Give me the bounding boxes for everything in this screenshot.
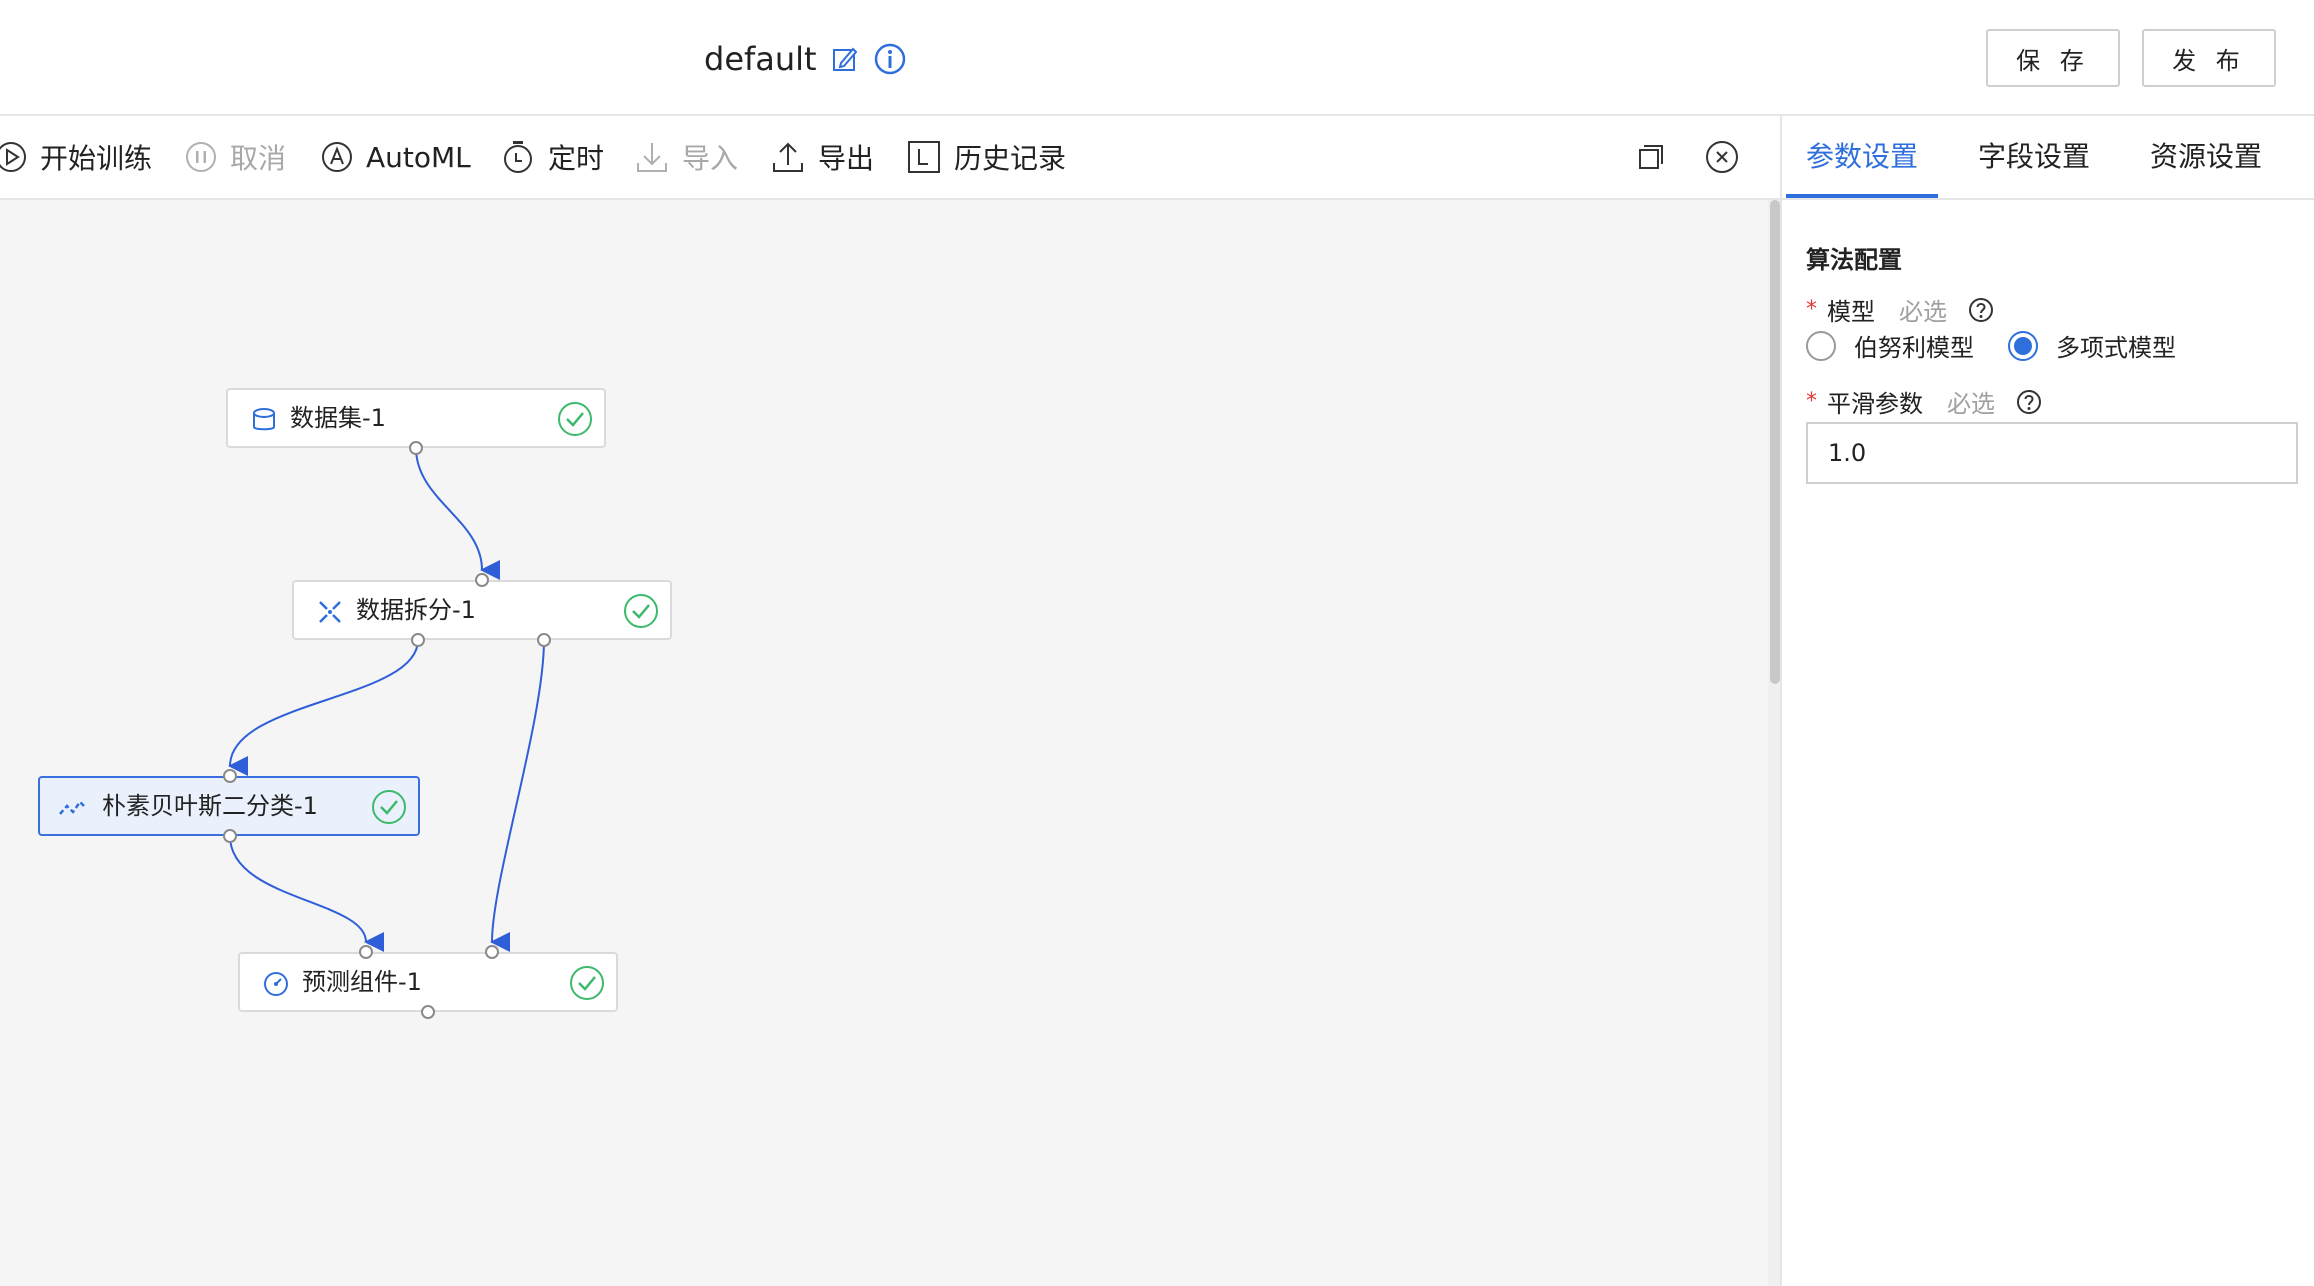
node-label: 数据集-1 bbox=[290, 404, 386, 432]
timer-icon bbox=[504, 141, 532, 173]
save-button[interactable]: 保 存 bbox=[1986, 29, 2120, 87]
radio-multinomial[interactable] bbox=[2008, 330, 2038, 361]
edit-icon[interactable] bbox=[831, 45, 859, 73]
success-check-icon bbox=[624, 594, 658, 628]
algorithm-icon bbox=[59, 800, 87, 815]
schedule-button[interactable]: 定时 bbox=[500, 116, 604, 198]
export-button[interactable]: 导出 bbox=[770, 116, 874, 198]
input-port[interactable] bbox=[223, 769, 237, 783]
fullscreen-button[interactable] bbox=[1636, 116, 1666, 198]
settings-panel: 参数设置 字段设置 资源设置 算法配置 * 模型 必选 伯努利模型 多项式模型 … bbox=[1780, 116, 2314, 1286]
start-training-button[interactable]: 开始训练 bbox=[0, 116, 152, 198]
cancel-label: 取消 bbox=[230, 142, 287, 175]
help-icon[interactable] bbox=[2015, 388, 2043, 416]
pipeline-node-split[interactable]: 数据拆分-1 bbox=[292, 580, 672, 640]
canvas-scrollbar-thumb[interactable] bbox=[1770, 200, 1780, 684]
model-hint: 必选 bbox=[1899, 298, 1947, 326]
success-check-icon bbox=[570, 966, 604, 1000]
play-icon bbox=[0, 142, 26, 172]
title-group: default bbox=[704, 34, 907, 84]
edge-bayes-to-predict bbox=[229, 835, 385, 952]
node-label: 预测组件-1 bbox=[302, 968, 422, 996]
model-label: 模型 bbox=[1827, 298, 1875, 326]
input-port[interactable] bbox=[359, 945, 373, 959]
import-button[interactable]: 导入 bbox=[634, 116, 738, 198]
input-port[interactable] bbox=[475, 573, 489, 587]
required-marker: * bbox=[1806, 297, 1817, 322]
publish-button[interactable]: 发 布 bbox=[2142, 29, 2276, 87]
radio-multinomial-label: 多项式模型 bbox=[2056, 334, 2176, 362]
radio-bernoulli-label: 伯努利模型 bbox=[1854, 334, 1974, 362]
success-check-icon bbox=[372, 790, 406, 824]
import-label: 导入 bbox=[682, 142, 739, 175]
info-icon[interactable] bbox=[873, 42, 907, 76]
edge-dataset-to-split bbox=[415, 447, 501, 580]
smoothing-field-label: * 平滑参数 必选 bbox=[1806, 384, 2043, 419]
upload-icon bbox=[773, 142, 803, 172]
copy-window-icon bbox=[1639, 145, 1663, 169]
output-port[interactable] bbox=[409, 441, 423, 455]
tab-params[interactable]: 参数设置 bbox=[1806, 116, 1918, 198]
smoothing-input[interactable] bbox=[1806, 422, 2298, 484]
output-port[interactable] bbox=[411, 633, 425, 647]
model-field-label: * 模型 必选 bbox=[1806, 292, 1995, 327]
active-tab-indicator bbox=[1786, 194, 1938, 198]
pipeline-edges bbox=[228, 447, 545, 953]
smoothing-label: 平滑参数 bbox=[1827, 390, 1923, 418]
output-port[interactable] bbox=[223, 829, 237, 843]
page-title: default bbox=[704, 40, 817, 78]
smoothing-hint: 必选 bbox=[1947, 390, 1995, 418]
section-title: 算法配置 bbox=[1806, 246, 1902, 274]
history-icon bbox=[908, 141, 940, 173]
settings-tabs: 参数设置 字段设置 资源设置 bbox=[1782, 116, 2314, 200]
pipeline-node-dataset[interactable]: 数据集-1 bbox=[226, 388, 606, 448]
pipeline-node-predict[interactable]: 预测组件-1 bbox=[238, 952, 618, 1012]
required-marker: * bbox=[1806, 389, 1817, 414]
cancel-button[interactable]: 取消 bbox=[184, 116, 286, 198]
close-button[interactable] bbox=[1704, 116, 1740, 198]
input-port[interactable] bbox=[485, 945, 499, 959]
history-button[interactable]: 历史记录 bbox=[906, 116, 1066, 198]
edge-split-to-predict bbox=[490, 639, 545, 953]
pause-icon bbox=[186, 142, 216, 172]
automl-icon bbox=[322, 142, 352, 172]
toolbar: 开始训练 取消 AutoML 定时 导入 导出 历史记录 bbox=[0, 116, 1780, 200]
tab-resources[interactable]: 资源设置 bbox=[2150, 116, 2262, 198]
pipeline-canvas[interactable]: 数据集-1 数据拆分-1 朴素贝叶斯二分类-1 预测组件-1 bbox=[0, 200, 1768, 1286]
success-check-icon bbox=[558, 402, 592, 436]
export-label: 导出 bbox=[818, 142, 875, 175]
history-label: 历史记录 bbox=[954, 142, 1067, 175]
help-icon[interactable] bbox=[1967, 296, 1995, 324]
pipeline-node-naive-bayes[interactable]: 朴素贝叶斯二分类-1 bbox=[38, 776, 420, 836]
node-label: 数据拆分-1 bbox=[356, 596, 476, 624]
database-icon bbox=[253, 408, 275, 431]
tab-fields[interactable]: 字段设置 bbox=[1978, 116, 2090, 198]
start-training-label: 开始训练 bbox=[40, 142, 153, 175]
output-port[interactable] bbox=[421, 1005, 435, 1019]
radio-bernoulli[interactable] bbox=[1806, 330, 1836, 361]
automl-button[interactable]: AutoML bbox=[320, 116, 471, 198]
output-port[interactable] bbox=[537, 633, 551, 647]
predict-icon bbox=[264, 972, 288, 996]
edge-split-to-bayes bbox=[228, 639, 419, 777]
schedule-label: 定时 bbox=[548, 142, 605, 175]
top-bar: default 保 存 发 布 bbox=[0, 0, 2314, 116]
close-icon bbox=[1706, 141, 1738, 173]
node-label: 朴素贝叶斯二分类-1 bbox=[102, 792, 318, 820]
split-icon bbox=[319, 601, 341, 623]
model-radio-group: 伯努利模型 多项式模型 bbox=[1806, 328, 2176, 363]
automl-label: AutoML bbox=[366, 140, 471, 174]
download-icon bbox=[637, 143, 667, 172]
